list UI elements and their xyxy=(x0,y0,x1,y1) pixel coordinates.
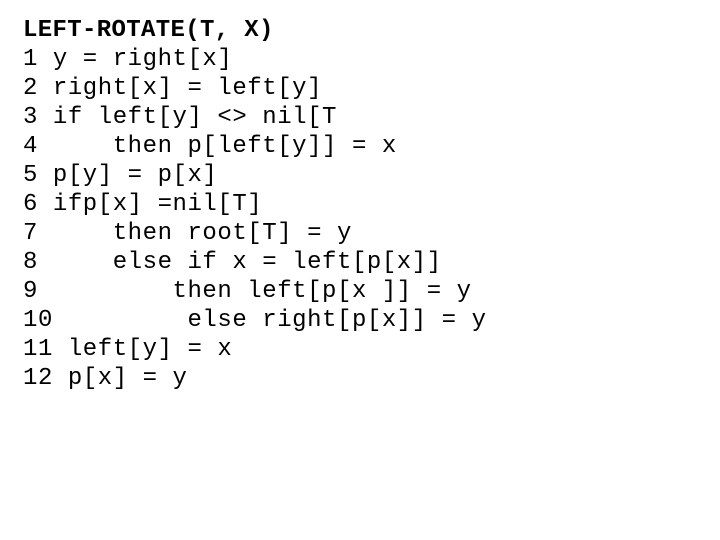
code-line-9: 9 then left[p[x ]] = y xyxy=(23,278,472,305)
code-line-5: 5 p[y] = p[x] xyxy=(23,162,218,189)
code-line-8: 8 else if x = left[p[x]] xyxy=(23,249,442,276)
slide-canvas: LEFT-ROTATE(T, X) 1 y = right[x] 2 right[x… xyxy=(0,0,720,540)
code-line-12: 12 p[x] = y xyxy=(23,365,188,392)
algorithm-title: LEFT-ROTATE(T, X) xyxy=(23,17,274,44)
code-line-11: 11 left[y] = x xyxy=(23,336,233,363)
code-line-6: 6 ifp[x] =nil[T] xyxy=(23,191,263,218)
code-line-3: 3 if left[y] <> nil[T xyxy=(23,104,337,131)
code-line-10: 10 else right[p[x]] = y xyxy=(23,307,487,334)
code-line-7: 7 then root[T] = y xyxy=(23,220,352,247)
code-line-4: 4 then p[left[y]] = x xyxy=(23,133,397,160)
code-line-2: 2 right[x] = left[y] xyxy=(23,75,323,102)
pseudocode-block: LEFT-ROTATE(T, X) 1 y = right[x] 2 right[x… xyxy=(23,16,720,393)
code-line-1: 1 y = right[x] xyxy=(23,46,233,73)
